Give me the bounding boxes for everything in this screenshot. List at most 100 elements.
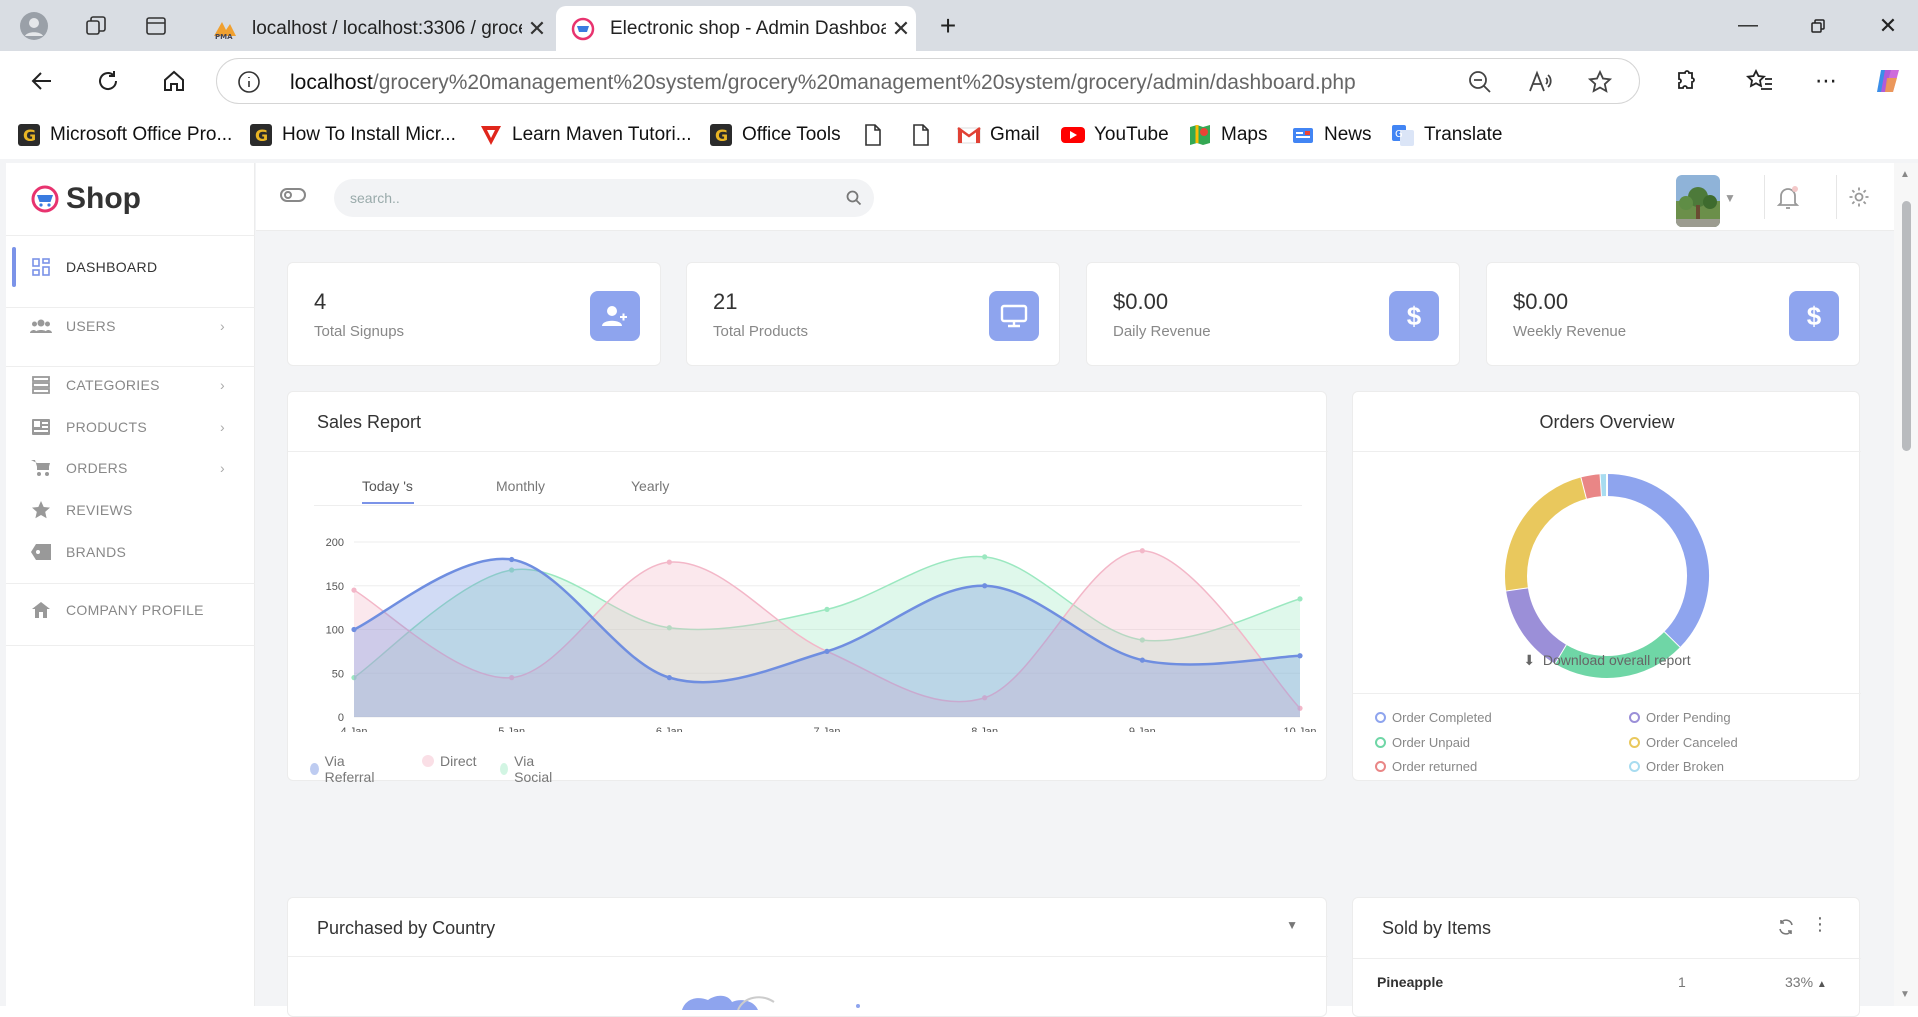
y-tick-label: 150 [326, 581, 344, 593]
refresh-icon[interactable] [88, 61, 128, 101]
copilot-icon[interactable] [1868, 61, 1908, 101]
chevron-down-icon[interactable]: ▼ [1724, 191, 1736, 205]
page-scrollbar[interactable]: ▲ ▼ [1894, 163, 1918, 1006]
sales-area-chart: 0501001502004 Jan5 Jan6 Jan7 Jan8 Jan9 J… [308, 532, 1318, 732]
y-tick-label: 0 [338, 712, 344, 724]
legend-dot [500, 763, 508, 775]
legend-item[interactable]: Via Social [500, 753, 556, 785]
more-menu-icon[interactable]: ⋯ [1806, 61, 1846, 101]
sidebar-item-dashboard[interactable]: DASHBOARD [6, 245, 255, 289]
legend-order-completed: Order Completed [1375, 710, 1492, 725]
site-info-icon[interactable] [237, 70, 261, 94]
legend-label: Direct [440, 753, 477, 769]
legend-label: Via Referral [325, 753, 378, 785]
bookmark-translate[interactable]: G Translate [1390, 111, 1503, 158]
card-header-divider [1353, 451, 1861, 452]
restore-icon[interactable] [1783, 0, 1853, 51]
download-report-link[interactable]: ⬇ Download overall report [1353, 652, 1861, 669]
extensions-icon[interactable] [1666, 61, 1706, 101]
data-point [667, 675, 672, 680]
tab-title: Electronic shop - Admin Dashboard [610, 18, 886, 40]
legend-dot [422, 755, 434, 767]
x-tick-label: 5 Jan [498, 726, 525, 732]
cart-icon [30, 457, 52, 479]
g-logo-icon: G [248, 122, 274, 148]
chevron-right-icon: › [220, 460, 225, 476]
new-tab-icon[interactable]: + [928, 0, 968, 51]
donut-slice-order-completed [1607, 485, 1698, 640]
back-icon[interactable] [22, 61, 62, 101]
item-qty: 1 [1678, 974, 1686, 990]
read-aloud-icon[interactable] [1527, 69, 1553, 95]
brand-logo[interactable]: Shop [30, 181, 141, 217]
sold-by-items-card: Sold by Items ⋮ Pineapple 1 33% ▲ [1352, 897, 1860, 1017]
bookmark-install[interactable]: G How To Install Micr... [248, 111, 456, 158]
stat-card-daily-revenue: $0.00 Daily Revenue $ [1086, 262, 1460, 366]
bell-icon[interactable] [1776, 185, 1800, 216]
sidebar-item-reviews[interactable]: REVIEWS [6, 488, 255, 532]
home-icon[interactable] [154, 61, 194, 101]
refresh-icon[interactable] [1777, 918, 1795, 941]
legend-item[interactable]: Direct [422, 753, 477, 769]
tab-actions-icon[interactable] [136, 0, 176, 51]
tab-today[interactable]: Today 's [362, 478, 413, 494]
favorite-star-icon[interactable] [1587, 69, 1613, 95]
caret-down-icon[interactable]: ▼ [1286, 918, 1298, 932]
bookmark-page-2[interactable] [908, 111, 942, 158]
news-icon [1290, 122, 1316, 148]
favorites-icon[interactable] [1740, 61, 1780, 101]
sidebar-item-brands[interactable]: BRANDS [6, 530, 255, 574]
bookmark-page-1[interactable] [860, 111, 894, 158]
close-window-icon[interactable]: ✕ [1853, 0, 1918, 51]
tab-monthly[interactable]: Monthly [496, 478, 545, 494]
chevron-right-icon: › [220, 318, 225, 334]
sidebar-item-categories[interactable]: CATEGORIES › [6, 363, 255, 407]
topbar-divider [1764, 175, 1765, 219]
bookmark-news[interactable]: News [1290, 111, 1372, 158]
sidebar-item-company-profile[interactable]: COMPANY PROFILE [6, 588, 255, 632]
avatar[interactable] [1676, 175, 1720, 227]
stat-card-products: 21 Total Products [686, 262, 1060, 366]
admin-app: Shop DASHBOARD USERS › CATEGORIES › PROD… [0, 159, 1918, 1006]
sidebar-toggle-icon[interactable] [280, 187, 306, 208]
search-placeholder: search.. [350, 190, 400, 206]
legend-order-returned: Order returned [1375, 759, 1477, 774]
bookmark-maven[interactable]: Learn Maven Tutori... [478, 111, 692, 158]
tab-phpmyadmin[interactable]: PMA localhost / localhost:3306 / grocery… [198, 6, 552, 51]
bookmark-gmail[interactable]: Gmail [956, 111, 1040, 158]
x-tick-label: 8 Jan [971, 726, 998, 732]
bookmark-office-tools[interactable]: G Office Tools [708, 111, 841, 158]
tab-admin-dashboard[interactable]: Electronic shop - Admin Dashboard ✕ [556, 6, 916, 51]
search-input[interactable]: search.. [334, 179, 874, 217]
purchased-by-country-title: Purchased by Country [317, 918, 495, 939]
sidebar-item-users[interactable]: USERS › [6, 304, 255, 348]
close-tab-icon[interactable]: ✕ [522, 16, 552, 42]
workspaces-icon[interactable] [76, 0, 116, 51]
close-tab-icon[interactable]: ✕ [886, 16, 916, 42]
data-point [1297, 596, 1302, 601]
data-point [509, 557, 514, 562]
scroll-down-icon[interactable]: ▼ [1900, 989, 1910, 1000]
zoom-out-icon[interactable] [1467, 69, 1493, 95]
settings-gear-icon[interactable] [1848, 186, 1870, 213]
bookmark-youtube[interactable]: YouTube [1060, 111, 1169, 158]
sidebar-item-orders[interactable]: ORDERS › [6, 446, 255, 490]
scroll-up-icon[interactable]: ▲ [1900, 169, 1910, 180]
bookmark-microsoft-office[interactable]: G Microsoft Office Pro... [16, 111, 232, 158]
url-field[interactable]: localhost/grocery%20management%20system/… [216, 58, 1640, 104]
minimize-icon[interactable]: — [1713, 0, 1783, 51]
profile-icon[interactable] [14, 0, 54, 51]
scrollbar-thumb[interactable] [1902, 201, 1911, 451]
tab-yearly[interactable]: Yearly [631, 478, 669, 494]
search-icon[interactable] [846, 190, 862, 206]
sidebar-item-products[interactable]: PRODUCTS › [6, 405, 255, 449]
bookmark-maps[interactable]: Maps [1187, 111, 1267, 158]
address-bar: localhost/grocery%20management%20system/… [0, 51, 1918, 111]
card-header-divider [288, 956, 1328, 957]
data-point [1297, 653, 1302, 658]
x-tick-label: 9 Jan [1129, 726, 1156, 732]
translate-icon: G [1390, 122, 1416, 148]
data-point [982, 583, 987, 588]
kebab-menu-icon[interactable]: ⋮ [1811, 914, 1829, 935]
legend-item[interactable]: Via Referral [310, 753, 378, 785]
